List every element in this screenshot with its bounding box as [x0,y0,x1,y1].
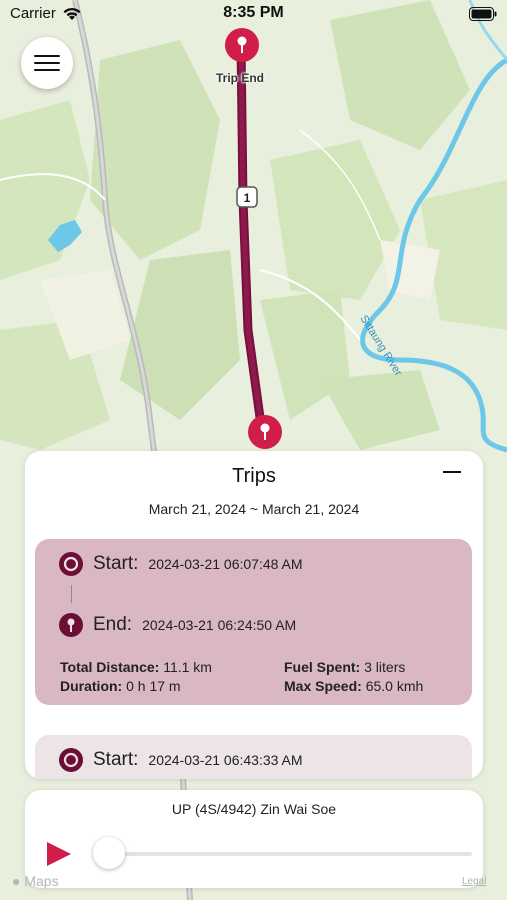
max-speed-value: 65.0 kmh [365,678,424,694]
total-distance-value: 11.1 km [163,659,212,675]
apple-logo-icon: ● [12,873,21,889]
start-label: Start: [93,553,139,574]
date-range: March 21, 2024 ~ March 21, 2024 [148,501,360,517]
vehicle-label: UP (4S/4942) Zin Wai Soe [171,801,337,817]
status-bar: Carrier 8:35 PM [0,0,507,30]
trip-end-pin-icon [225,28,259,62]
start-time: 2024-03-21 06:07:48 AM [148,556,303,572]
trip-start-row: Start: 2024-03-21 06:07:48 AM [59,552,303,576]
legal-link[interactable]: Legal [462,876,486,887]
timeline-connector [71,585,72,603]
panel-title: Trips [232,465,276,487]
trip-end-label: Trip End [216,71,264,85]
road-shield: 1 [236,186,258,208]
max-speed-label: Max Speed: [284,678,362,694]
start-label: Start: [93,749,139,770]
duration-label: Duration: [60,678,123,694]
start-circle-icon [59,552,83,576]
menu-button[interactable] [21,37,73,89]
total-distance-label: Total Distance: [60,659,160,675]
status-time: 8:35 PM [223,4,284,21]
collapse-button[interactable] [443,471,461,473]
end-label: End: [93,614,133,635]
play-icon[interactable] [45,840,73,868]
maps-attribution-text: Maps [24,873,59,889]
hamburger-menu-icon [34,55,60,71]
trip-stats-left: Total Distance: 11.1 km Duration: 0 h 17… [60,658,212,696]
trip-start-pin-icon [248,415,282,449]
end-pin-icon [59,613,83,637]
trip-start-row: Start: 2024-03-21 06:43:33 AM [59,748,303,772]
start-circle-icon [59,748,83,772]
playback-slider-thumb[interactable] [93,837,125,869]
trips-panel: Trips March 21, 2024 ~ March 21, 2024 St… [25,451,483,779]
fuel-label: Fuel Spent: [284,659,361,675]
battery-icon [469,7,497,21]
duration-value: 0 h 17 m [126,678,181,694]
maps-attribution: ● Maps [12,873,59,889]
trip-card[interactable]: Start: 2024-03-21 06:43:33 AM [35,735,472,779]
svg-text:1: 1 [244,191,251,205]
trip-end-row: End: 2024-03-21 06:24:50 AM [59,613,296,637]
end-time: 2024-03-21 06:24:50 AM [142,617,297,633]
trip-stats-right: Fuel Spent: 3 liters Max Speed: 65.0 kmh [284,658,423,696]
playback-panel: UP (4S/4942) Zin Wai Soe [25,790,483,888]
start-time: 2024-03-21 06:43:33 AM [148,752,303,768]
fuel-value: 3 liters [364,659,406,675]
trip-card[interactable]: Start: 2024-03-21 06:07:48 AM End: 2024-… [35,539,472,705]
playback-slider-track[interactable] [110,852,472,856]
